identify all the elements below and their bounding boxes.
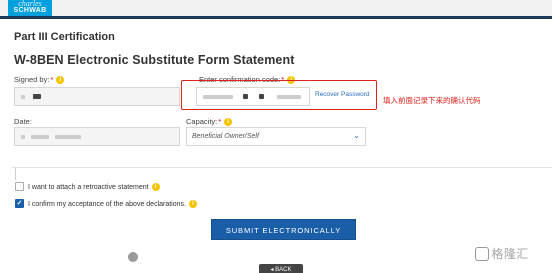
- masked-text: [33, 94, 41, 99]
- annotation-highlight-box: [181, 80, 377, 110]
- signed-by-label-text: Signed by:: [14, 75, 50, 84]
- date-label: Date:: [14, 117, 32, 126]
- date-field[interactable]: [14, 127, 180, 146]
- required-mark: *: [50, 75, 54, 84]
- masked-text: [31, 135, 49, 139]
- divider-tick: [15, 168, 16, 180]
- info-icon[interactable]: i: [56, 76, 65, 84]
- masked-text: [21, 135, 25, 139]
- back-button-label: BACK: [275, 267, 292, 273]
- capacity-select[interactable]: Beneficial Owner/Self ⌄: [186, 127, 366, 146]
- required-mark: *: [218, 117, 222, 126]
- masked-text: [21, 95, 25, 99]
- masked-text: [55, 135, 81, 139]
- form-title: W-8BEN Electronic Substitute Form Statem…: [14, 53, 295, 67]
- logo-line2: SCHWAB: [13, 7, 47, 14]
- capacity-selected-value: Beneficial Owner/Self: [192, 133, 259, 140]
- accept-declarations-label-text: I confirm my acceptance of the above dec…: [28, 201, 186, 208]
- info-icon[interactable]: i: [151, 183, 160, 191]
- retroactive-statement-label: I want to attach a retroactive statement…: [28, 183, 160, 191]
- capacity-label: Capacity:* i: [186, 117, 233, 126]
- cursor-dot: [128, 252, 138, 262]
- back-button[interactable]: ◂ BACK: [259, 264, 303, 273]
- accept-declarations-label: I confirm my acceptance of the above dec…: [28, 200, 197, 208]
- schwab-logo[interactable]: charles SCHWAB: [8, 0, 52, 16]
- info-icon[interactable]: i: [188, 200, 197, 208]
- section-title: Part III Certification: [14, 31, 115, 43]
- logo-line1: charles: [18, 0, 42, 8]
- top-bar-stripe: [0, 16, 552, 19]
- signed-by-label: Signed by:* i: [14, 75, 65, 84]
- signed-by-field[interactable]: [14, 87, 180, 106]
- submit-electronically-button[interactable]: SUBMIT ELECTRONICALLY: [211, 219, 356, 240]
- capacity-label-text: Capacity:: [186, 117, 218, 126]
- watermark-text: 格隆汇: [476, 245, 529, 262]
- chevron-down-icon: ⌄: [353, 131, 360, 140]
- accept-declarations-checkbox[interactable]: ✓: [15, 199, 24, 208]
- section-divider: [12, 167, 552, 168]
- retroactive-statement-label-text: I want to attach a retroactive statement: [28, 184, 149, 191]
- watermark-label: 格隆汇: [491, 247, 529, 261]
- retroactive-statement-checkbox[interactable]: [15, 182, 24, 191]
- annotation-text: 填入前面记录下来的确认代码: [383, 96, 481, 105]
- info-icon[interactable]: i: [224, 118, 233, 126]
